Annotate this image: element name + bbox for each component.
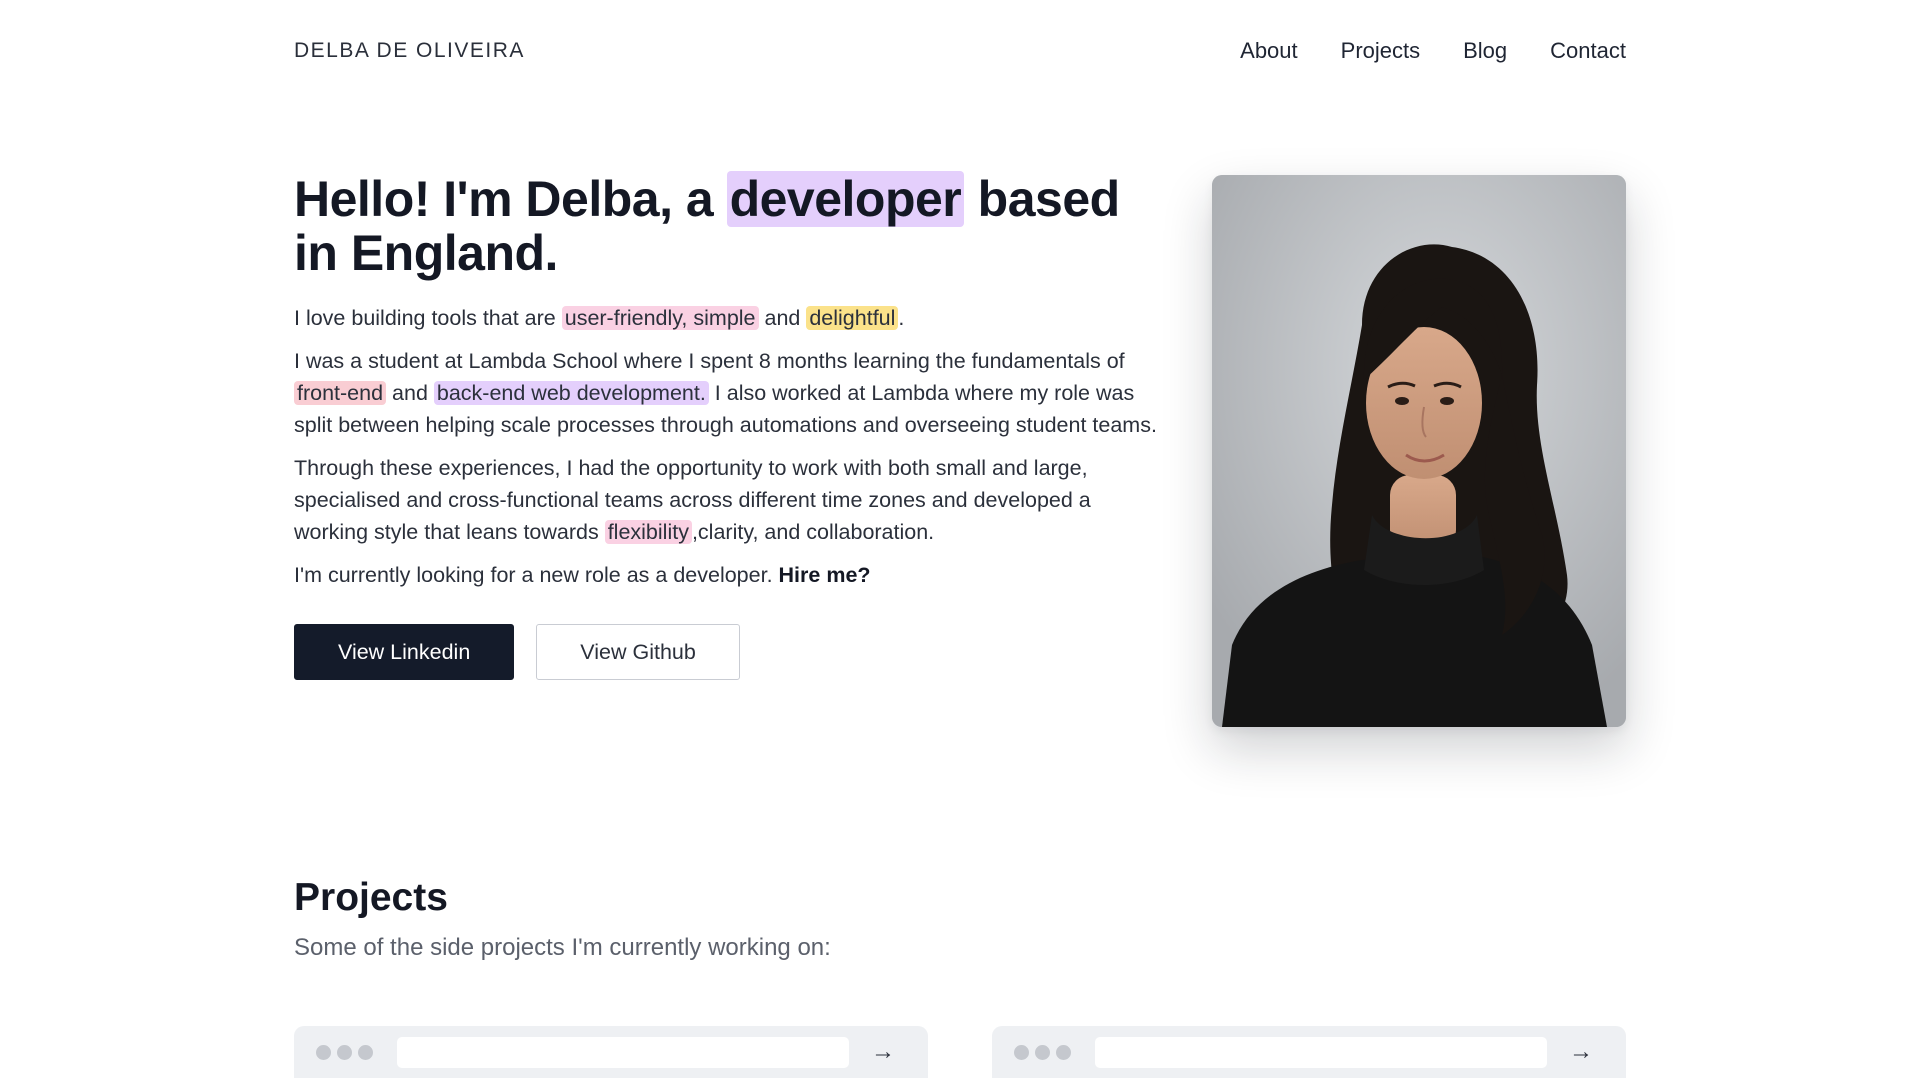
intro-3-end: ,clarity, and collaboration. bbox=[691, 520, 935, 544]
view-github-button[interactable]: View Github bbox=[536, 624, 740, 680]
projects-subtitle: Some of the side projects I'm currently … bbox=[294, 934, 831, 961]
window-dot bbox=[337, 1044, 352, 1060]
intro-paragraph-3: Through these experiences, I had the opp… bbox=[294, 452, 1164, 548]
nav-link-blog[interactable]: Blog bbox=[1463, 38, 1507, 64]
arrow-right-icon[interactable]: → bbox=[871, 1040, 895, 1064]
intro-paragraph-1: I love building tools that are user-frie… bbox=[294, 302, 1164, 334]
project-card[interactable]: → bbox=[294, 1026, 928, 1078]
intro-1-end: . bbox=[898, 306, 905, 330]
browser-url-bar bbox=[397, 1036, 849, 1068]
nav-link-projects[interactable]: Projects bbox=[1341, 38, 1420, 64]
hero-intro: Hello! I'm Delba, a developer based in E… bbox=[294, 171, 1164, 680]
window-dots bbox=[1014, 1044, 1071, 1060]
heading-highlight-developer: developer bbox=[726, 171, 965, 227]
window-dot bbox=[1014, 1044, 1029, 1060]
nav-link-about[interactable]: About bbox=[1240, 38, 1298, 64]
nav-links: About Projects Blog Contact bbox=[1240, 38, 1626, 64]
highlight-back-end: back-end web development. bbox=[433, 381, 709, 405]
hero-buttons: View Linkedin View Github bbox=[294, 624, 1164, 680]
highlight-front-end: front-end bbox=[294, 381, 387, 405]
projects-title: Projects bbox=[294, 876, 448, 919]
top-nav: DELBA DE OLIVEIRA About Projects Blog Co… bbox=[294, 36, 1626, 66]
site-brand[interactable]: DELBA DE OLIVEIRA bbox=[294, 39, 525, 63]
intro-paragraph-4: I'm currently looking for a new role as … bbox=[294, 559, 1164, 591]
intro-paragraph-2: I was a student at Lambda School where I… bbox=[294, 345, 1164, 441]
intro-2-text: I was a student at Lambda School where I… bbox=[294, 349, 1125, 373]
portrait-illustration bbox=[1212, 175, 1626, 727]
intro-4-text: I'm currently looking for a new role as … bbox=[294, 563, 779, 587]
intro-1-and: and bbox=[758, 306, 807, 330]
window-dots bbox=[316, 1044, 373, 1060]
highlight-user-friendly: user-friendly, simple bbox=[561, 306, 759, 330]
highlight-delightful: delightful bbox=[806, 306, 899, 330]
window-dot bbox=[316, 1044, 331, 1060]
window-dot bbox=[358, 1044, 373, 1060]
window-dot bbox=[1035, 1044, 1050, 1060]
hero-heading: Hello! I'm Delba, a developer based in E… bbox=[294, 171, 1164, 280]
project-card[interactable]: → bbox=[992, 1026, 1626, 1078]
view-linkedin-button[interactable]: View Linkedin bbox=[294, 624, 515, 680]
intro-1-text: I love building tools that are bbox=[294, 306, 562, 330]
window-dot bbox=[1056, 1044, 1071, 1060]
browser-url-bar bbox=[1095, 1036, 1547, 1068]
highlight-flexibility: flexibility bbox=[604, 520, 692, 544]
projects-section: Projects Some of the side projects I'm c… bbox=[294, 873, 1626, 965]
intro-2-and: and bbox=[386, 381, 434, 405]
hire-me-text: Hire me? bbox=[778, 563, 871, 587]
nav-link-contact[interactable]: Contact bbox=[1550, 38, 1626, 64]
arrow-right-icon[interactable]: → bbox=[1569, 1040, 1593, 1064]
hero-heading-text: Hello! I'm Delba, a bbox=[294, 171, 727, 227]
profile-photo bbox=[1212, 175, 1626, 727]
